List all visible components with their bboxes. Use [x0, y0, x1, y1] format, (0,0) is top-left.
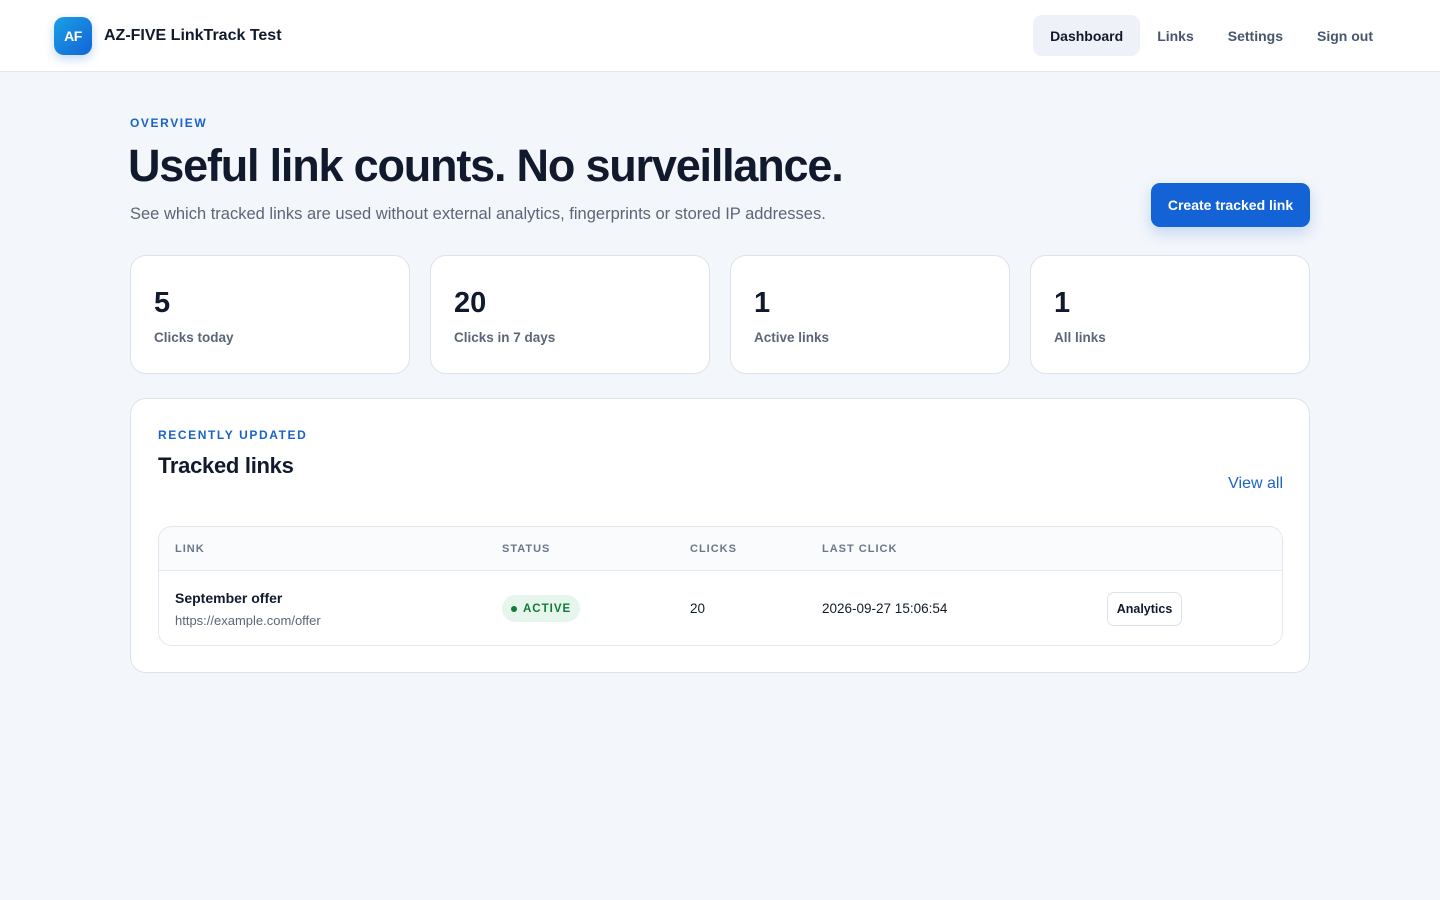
brand-name: AZ-FIVE LinkTrack Test [104, 27, 282, 44]
page-title: Useful link counts. No surveillance. [128, 140, 844, 191]
status-dot-icon [511, 605, 517, 612]
stat-label: Active links [754, 330, 830, 345]
create-tracked-link-button[interactable]: Create tracked link [1151, 183, 1310, 227]
stat-card-clicks-today: 5 Clicks today [130, 255, 410, 374]
status-badge: ACTIVE [502, 595, 581, 622]
stat-value: 1 [1054, 287, 1071, 319]
stats-row: 5 Clicks today 20 Clicks in 7 days 1 Act… [130, 255, 1310, 374]
table-header: LINK STATUS CLICKS LAST CLICK [159, 527, 1282, 571]
column-header-status: STATUS [502, 543, 551, 555]
stat-value: 20 [454, 287, 487, 319]
page-subtitle: See which tracked links are used without… [130, 205, 826, 223]
link-name: September offer [175, 590, 283, 606]
nav-item-dashboard[interactable]: Dashboard [1033, 15, 1141, 56]
stat-card-active-links: 1 Active links [730, 255, 1010, 374]
stat-label: All links [1054, 330, 1106, 345]
tracked-links-panel: RECENTLY UPDATED Tracked links View all … [130, 398, 1310, 673]
link-url: https://example.com/offer [175, 613, 321, 628]
brand-logo: AF [54, 17, 92, 55]
view-all-link[interactable]: View all [1228, 475, 1283, 493]
main-nav: Dashboard Links Settings Sign out [1033, 15, 1390, 56]
nav-item-links[interactable]: Links [1140, 15, 1211, 56]
panel-title: Tracked links [158, 453, 294, 478]
nav-item-settings[interactable]: Settings [1211, 15, 1300, 56]
column-header-link: LINK [175, 543, 205, 555]
clicks-count: 20 [690, 601, 706, 616]
table-row: September offer https://example.com/offe… [159, 571, 1282, 645]
last-click-time: 2026-09-27 15:06:54 [822, 601, 948, 616]
top-bar: AF AZ-FIVE LinkTrack Test Dashboard Link… [0, 0, 1440, 72]
overview-eyebrow: OVERVIEW [130, 116, 208, 130]
column-header-last-click: LAST CLICK [822, 543, 898, 555]
column-header-clicks: CLICKS [690, 543, 737, 555]
stat-value: 5 [154, 287, 171, 319]
stat-card-all-links: 1 All links [1030, 255, 1310, 374]
status-label: ACTIVE [523, 602, 572, 615]
nav-item-sign-out[interactable]: Sign out [1300, 15, 1390, 56]
stat-card-clicks-7-days: 20 Clicks in 7 days [430, 255, 710, 374]
analytics-button[interactable]: Analytics [1107, 592, 1182, 626]
stat-value: 1 [754, 287, 771, 319]
links-table: LINK STATUS CLICKS LAST CLICK September … [158, 526, 1283, 646]
recently-updated-eyebrow: RECENTLY UPDATED [158, 428, 308, 442]
stat-label: Clicks in 7 days [454, 330, 556, 345]
brand[interactable]: AF AZ-FIVE LinkTrack Test [54, 17, 282, 55]
stat-label: Clicks today [154, 330, 234, 345]
